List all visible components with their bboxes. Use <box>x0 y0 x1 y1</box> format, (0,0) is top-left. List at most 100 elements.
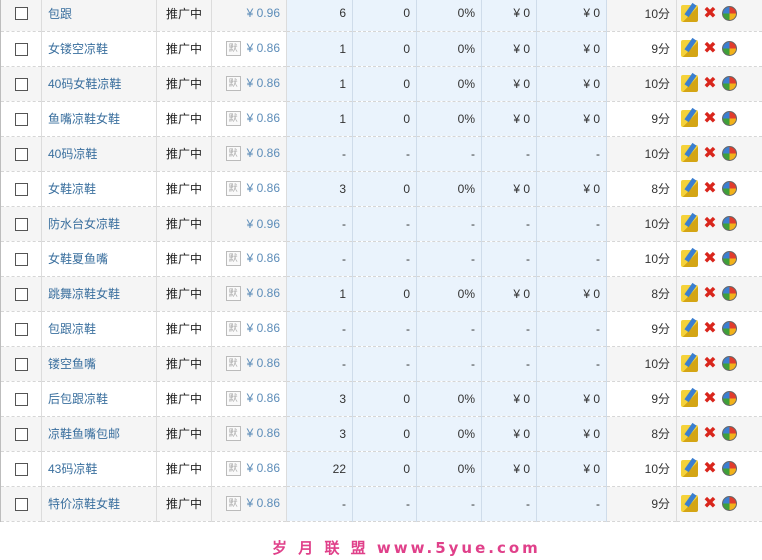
keyword-link[interactable]: 43码凉鞋 <box>41 451 157 487</box>
bid-price-cell[interactable]: 默 ¥ 0.86 <box>211 486 287 522</box>
edit-pencil-icon[interactable] <box>681 355 698 372</box>
pie-chart-icon[interactable] <box>722 5 737 21</box>
bid-price-cell[interactable]: ¥ 0.96 <box>211 0 287 32</box>
keyword-link[interactable]: 特价凉鞋女鞋 <box>41 486 157 522</box>
bid-price[interactable]: ¥ 0.86 <box>247 321 280 335</box>
bid-price[interactable]: ¥ 0.86 <box>247 496 280 510</box>
edit-pencil-icon[interactable] <box>681 40 698 57</box>
delete-x-icon[interactable]: ✖ <box>703 40 717 57</box>
edit-pencil-icon[interactable] <box>681 460 698 477</box>
bid-price-cell[interactable]: 默 ¥ 0.86 <box>211 171 287 207</box>
keyword-link[interactable]: 后包跟凉鞋 <box>41 381 157 417</box>
row-checkbox[interactable] <box>14 357 28 371</box>
bid-price-cell[interactable]: 默 ¥ 0.86 <box>211 276 287 312</box>
bid-price-cell[interactable]: 默 ¥ 0.86 <box>211 241 287 277</box>
delete-x-icon[interactable]: ✖ <box>703 250 717 267</box>
delete-x-icon[interactable]: ✖ <box>703 425 717 442</box>
edit-pencil-icon[interactable] <box>681 495 698 512</box>
row-checkbox[interactable] <box>14 42 28 56</box>
row-checkbox[interactable] <box>14 287 28 301</box>
keyword-link[interactable]: 防水台女凉鞋 <box>41 206 157 242</box>
row-checkbox[interactable] <box>14 7 28 21</box>
bid-price[interactable]: ¥ 0.86 <box>247 111 280 125</box>
row-checkbox[interactable] <box>14 252 28 266</box>
bid-price[interactable]: ¥ 0.86 <box>247 251 280 265</box>
edit-pencil-icon[interactable] <box>681 215 698 232</box>
keyword-link[interactable]: 鱼嘴凉鞋女鞋 <box>41 101 157 137</box>
edit-pencil-icon[interactable] <box>681 250 698 267</box>
edit-pencil-icon[interactable] <box>681 4 698 22</box>
bid-price[interactable]: ¥ 0.96 <box>247 6 280 20</box>
bid-price-cell[interactable]: 默 ¥ 0.86 <box>211 31 287 67</box>
keyword-link[interactable]: 凉鞋鱼嘴包邮 <box>41 416 157 452</box>
bid-price-cell[interactable]: 默 ¥ 0.86 <box>211 346 287 382</box>
edit-pencil-icon[interactable] <box>681 110 698 127</box>
pie-chart-icon[interactable] <box>722 461 737 476</box>
delete-x-icon[interactable]: ✖ <box>703 75 717 92</box>
bid-price[interactable]: ¥ 0.86 <box>247 146 280 160</box>
edit-pencil-icon[interactable] <box>681 285 698 302</box>
bid-price[interactable]: ¥ 0.86 <box>247 76 280 90</box>
bid-price[interactable]: ¥ 0.86 <box>247 461 280 475</box>
bid-price-cell[interactable]: 默 ¥ 0.86 <box>211 311 287 347</box>
bid-price[interactable]: ¥ 0.86 <box>247 426 280 440</box>
keyword-link[interactable]: 女鞋凉鞋 <box>41 171 157 207</box>
delete-x-icon[interactable]: ✖ <box>703 145 717 162</box>
edit-pencil-icon[interactable] <box>681 320 698 337</box>
row-checkbox[interactable] <box>14 392 28 406</box>
edit-pencil-icon[interactable] <box>681 75 698 92</box>
keyword-link[interactable]: 镂空鱼嘴 <box>41 346 157 382</box>
keyword-link[interactable]: 40码女鞋凉鞋 <box>41 66 157 102</box>
edit-pencil-icon[interactable] <box>681 390 698 407</box>
bid-price[interactable]: ¥ 0.86 <box>247 286 280 300</box>
bid-price-cell[interactable]: 默 ¥ 0.86 <box>211 416 287 452</box>
pie-chart-icon[interactable] <box>722 286 737 301</box>
bid-price-cell[interactable]: 默 ¥ 0.86 <box>211 136 287 172</box>
bid-price-cell[interactable]: 默 ¥ 0.86 <box>211 451 287 487</box>
row-checkbox[interactable] <box>14 112 28 126</box>
row-checkbox[interactable] <box>14 147 28 161</box>
pie-chart-icon[interactable] <box>722 216 737 231</box>
edit-pencil-icon[interactable] <box>681 145 698 162</box>
delete-x-icon[interactable]: ✖ <box>703 390 717 407</box>
bid-price-cell[interactable]: ¥ 0.96 <box>211 206 287 242</box>
row-checkbox[interactable] <box>14 217 28 231</box>
bid-price[interactable]: ¥ 0.86 <box>247 391 280 405</box>
delete-x-icon[interactable]: ✖ <box>703 5 717 22</box>
delete-x-icon[interactable]: ✖ <box>703 320 717 337</box>
keyword-link[interactable]: 女鞋夏鱼嘴 <box>41 241 157 277</box>
bid-price[interactable]: ¥ 0.96 <box>247 217 280 231</box>
row-checkbox[interactable] <box>14 182 28 196</box>
row-checkbox[interactable] <box>14 462 28 476</box>
delete-x-icon[interactable]: ✖ <box>703 180 717 197</box>
row-checkbox[interactable] <box>14 427 28 441</box>
row-checkbox[interactable] <box>14 77 28 91</box>
pie-chart-icon[interactable] <box>722 321 737 336</box>
row-checkbox[interactable] <box>14 322 28 336</box>
delete-x-icon[interactable]: ✖ <box>703 355 717 372</box>
bid-price[interactable]: ¥ 0.86 <box>247 41 280 55</box>
pie-chart-icon[interactable] <box>722 146 737 161</box>
keyword-link[interactable]: 包跟凉鞋 <box>41 311 157 347</box>
pie-chart-icon[interactable] <box>722 111 737 126</box>
pie-chart-icon[interactable] <box>722 426 737 441</box>
delete-x-icon[interactable]: ✖ <box>703 285 717 302</box>
bid-price[interactable]: ¥ 0.86 <box>247 356 280 370</box>
edit-pencil-icon[interactable] <box>681 180 698 197</box>
row-checkbox[interactable] <box>14 497 28 511</box>
bid-price-cell[interactable]: 默 ¥ 0.86 <box>211 66 287 102</box>
bid-price-cell[interactable]: 默 ¥ 0.86 <box>211 101 287 137</box>
bid-price-cell[interactable]: 默 ¥ 0.86 <box>211 381 287 417</box>
pie-chart-icon[interactable] <box>722 41 737 56</box>
keyword-link[interactable]: 女镂空凉鞋 <box>41 31 157 67</box>
delete-x-icon[interactable]: ✖ <box>703 495 717 512</box>
keyword-link[interactable]: 40码凉鞋 <box>41 136 157 172</box>
pie-chart-icon[interactable] <box>722 181 737 196</box>
delete-x-icon[interactable]: ✖ <box>703 460 717 477</box>
pie-chart-icon[interactable] <box>722 356 737 371</box>
pie-chart-icon[interactable] <box>722 251 737 266</box>
pie-chart-icon[interactable] <box>722 391 737 406</box>
keyword-link[interactable]: 跳舞凉鞋女鞋 <box>41 276 157 312</box>
pie-chart-icon[interactable] <box>722 76 737 91</box>
keyword-link[interactable]: 包跟 <box>41 0 157 32</box>
